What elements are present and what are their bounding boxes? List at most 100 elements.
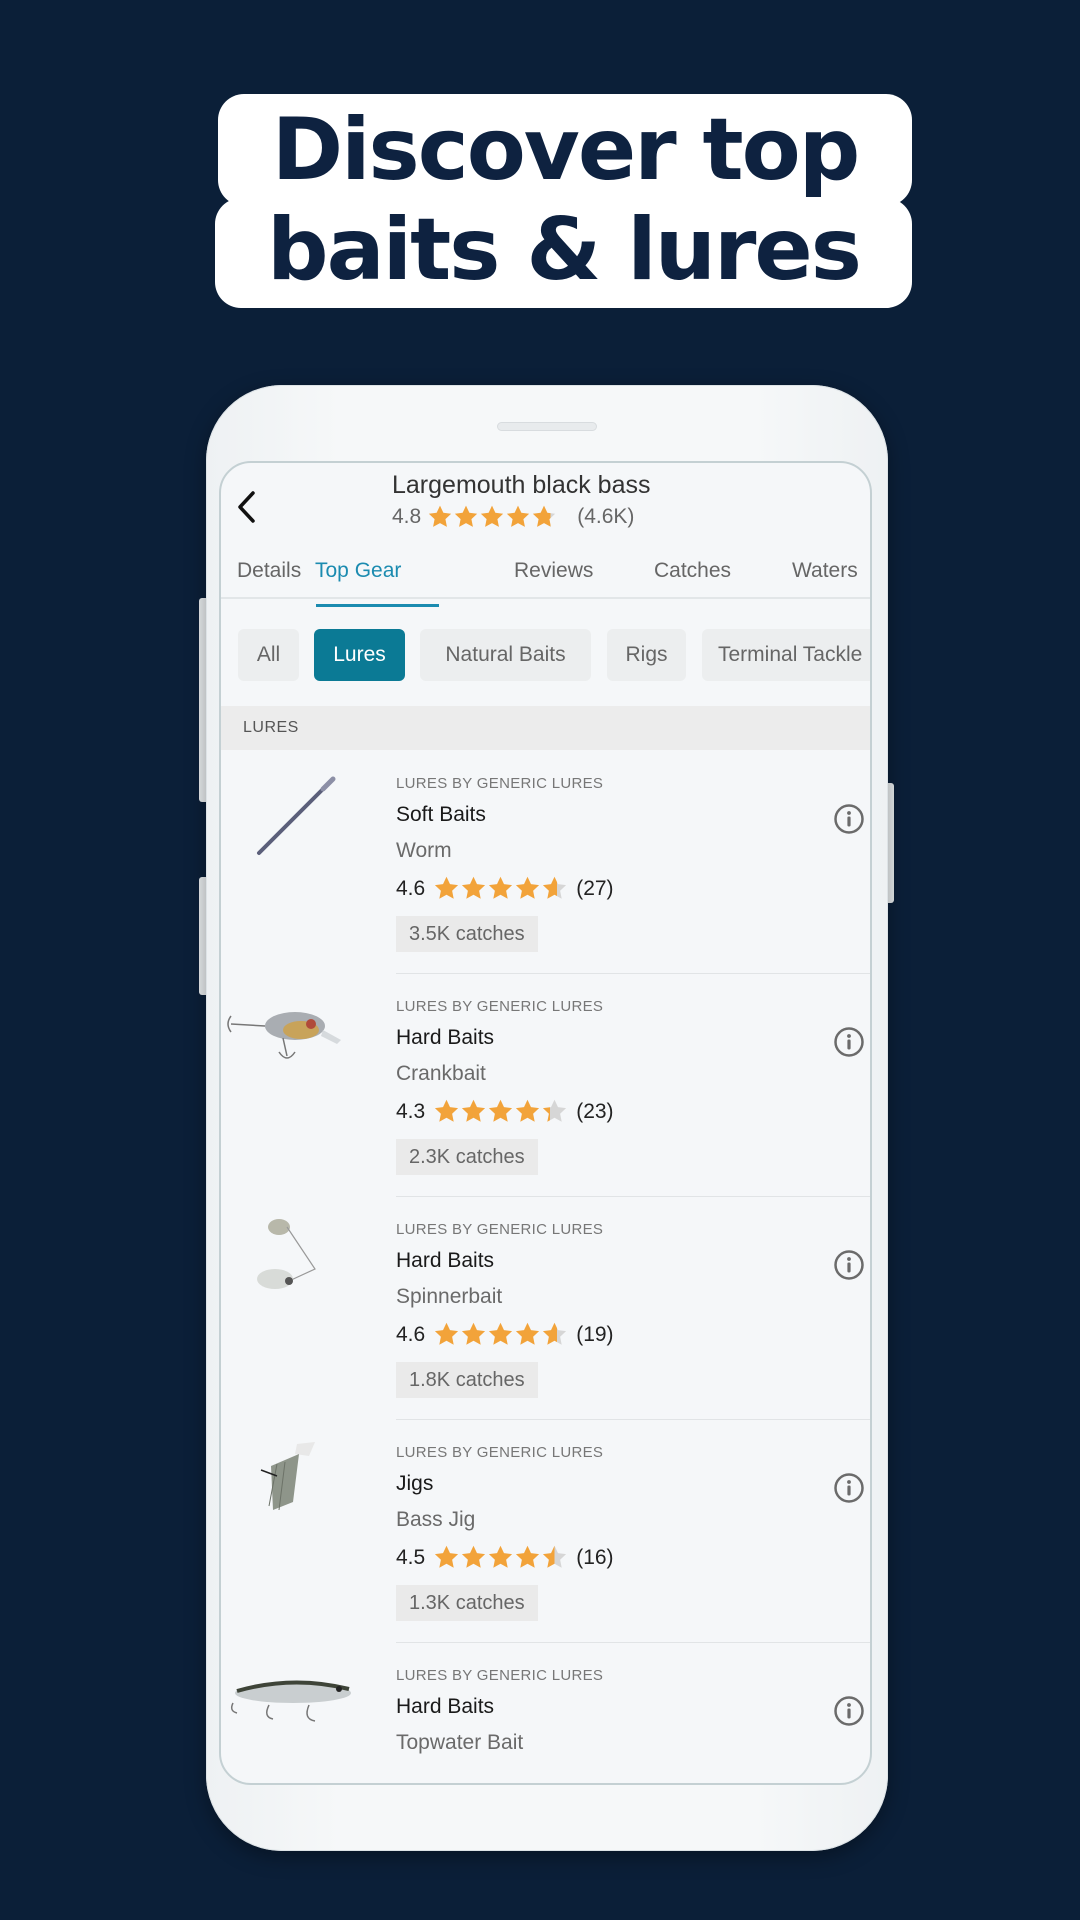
section-label: LURES bbox=[243, 719, 299, 736]
star-icon bbox=[481, 505, 504, 527]
star-icon bbox=[489, 876, 513, 899]
info-icon[interactable] bbox=[833, 1472, 865, 1504]
app-screen: Largemouth black bass 4.8 (4.6K) Details… bbox=[219, 461, 872, 1785]
list-item[interactable]: LURES BY GENERIC LURES Soft Baits Worm 4… bbox=[221, 751, 870, 974]
rating-stars bbox=[427, 504, 557, 530]
crankbait-lure-image bbox=[227, 1012, 341, 1059]
item-rating-value: 4.3 bbox=[396, 1099, 426, 1123]
spinnerbait-lure-image bbox=[257, 1219, 316, 1289]
star-icon bbox=[489, 1545, 513, 1568]
item-brand: LURES BY GENERIC LURES bbox=[396, 998, 604, 1015]
item-category: Hard Baits bbox=[396, 1695, 495, 1718]
worm-lure-image bbox=[257, 776, 336, 855]
info-icon[interactable] bbox=[833, 1026, 865, 1058]
item-catches-badge: 1.3K catches bbox=[396, 1585, 538, 1621]
star-icon bbox=[462, 1322, 486, 1345]
star-icon bbox=[435, 1099, 459, 1122]
item-rating-stars bbox=[433, 1544, 568, 1571]
item-rating: 4.6 (19) bbox=[396, 1321, 614, 1348]
item-rating-value: 4.6 bbox=[396, 876, 426, 900]
star-icon bbox=[455, 505, 478, 527]
item-catches-badge: 3.5K catches bbox=[396, 916, 538, 952]
filter-chip-natural-baits[interactable]: Natural Baits bbox=[420, 629, 591, 681]
tab-reviews[interactable]: Reviews bbox=[514, 559, 593, 583]
item-category: Soft Baits bbox=[396, 803, 486, 826]
star-icon bbox=[435, 1545, 459, 1568]
star-icon bbox=[533, 505, 556, 527]
tab-details[interactable]: Details bbox=[237, 559, 301, 583]
jig-lure-image bbox=[260, 1442, 315, 1511]
tab-waters[interactable]: Waters bbox=[792, 559, 858, 583]
species-title: Largemouth black bass bbox=[392, 471, 651, 499]
item-brand: LURES BY GENERIC LURES bbox=[396, 1221, 604, 1238]
star-icon bbox=[516, 1545, 540, 1568]
list-item[interactable]: LURES BY GENERIC LURES Hard Baits Topwat… bbox=[221, 1643, 870, 1783]
topwater-lure-image bbox=[230, 1680, 351, 1722]
item-brand: LURES BY GENERIC LURES bbox=[396, 775, 604, 792]
tab-top-gear[interactable]: Top Gear bbox=[315, 559, 401, 583]
star-icon bbox=[516, 1322, 540, 1345]
item-rating-stars bbox=[433, 1321, 568, 1348]
rating-count: (4.6K) bbox=[577, 505, 635, 528]
item-category: Hard Baits bbox=[396, 1026, 495, 1049]
filter-chip-all[interactable]: All bbox=[238, 629, 299, 681]
headline-line-1: Discover top bbox=[218, 94, 912, 206]
item-category: Jigs bbox=[396, 1472, 434, 1495]
star-icon bbox=[543, 876, 567, 899]
item-brand: LURES BY GENERIC LURES bbox=[396, 1667, 604, 1684]
filter-chip-rigs[interactable]: Rigs bbox=[607, 629, 686, 681]
list-item[interactable]: LURES BY GENERIC LURES Jigs Bass Jig 4.5… bbox=[221, 1420, 870, 1643]
item-rating-value: 4.5 bbox=[396, 1545, 426, 1569]
tab-catches[interactable]: Catches bbox=[654, 559, 731, 583]
back-button[interactable] bbox=[231, 489, 261, 525]
species-rating: 4.8 (4.6K) bbox=[392, 504, 634, 530]
item-catches-badge: 1.8K catches bbox=[396, 1362, 538, 1398]
star-icon bbox=[507, 505, 530, 527]
item-rating-count: (19) bbox=[576, 1322, 614, 1346]
section-header: LURES bbox=[221, 706, 870, 750]
star-icon bbox=[462, 876, 486, 899]
star-icon bbox=[543, 1545, 567, 1568]
item-type: Crankbait bbox=[396, 1062, 486, 1085]
item-rating-count: (16) bbox=[576, 1545, 614, 1569]
star-icon bbox=[462, 1545, 486, 1568]
info-icon[interactable] bbox=[833, 1695, 865, 1727]
item-rating-count: (27) bbox=[576, 876, 614, 900]
item-rating-count: (23) bbox=[576, 1099, 614, 1123]
item-rating: 4.5 (16) bbox=[396, 1544, 614, 1571]
filter-chip-lures[interactable]: Lures bbox=[314, 629, 405, 681]
rating-value: 4.8 bbox=[392, 505, 422, 528]
item-rating: 4.6 (27) bbox=[396, 875, 614, 902]
star-icon bbox=[435, 876, 459, 899]
item-rating-stars bbox=[433, 1098, 568, 1125]
star-icon bbox=[516, 1099, 540, 1122]
item-rating-stars bbox=[433, 875, 568, 902]
phone-speaker bbox=[497, 422, 597, 431]
item-type: Topwater Bait bbox=[396, 1731, 524, 1754]
item-type: Spinnerbait bbox=[396, 1285, 503, 1308]
star-icon bbox=[462, 1099, 486, 1122]
list-item[interactable]: LURES BY GENERIC LURES Hard Baits Crankb… bbox=[221, 974, 870, 1197]
lure-list: LURES BY GENERIC LURES Soft Baits Worm 4… bbox=[221, 751, 870, 1783]
star-icon bbox=[429, 505, 452, 527]
star-icon bbox=[489, 1099, 513, 1122]
star-icon bbox=[516, 876, 540, 899]
item-type: Worm bbox=[396, 839, 452, 862]
filter-chip-terminal-tackle[interactable]: Terminal Tackle bbox=[702, 629, 870, 681]
item-rating-value: 4.6 bbox=[396, 1322, 426, 1346]
item-rating: 4.3 (23) bbox=[396, 1098, 614, 1125]
item-catches-badge: 2.3K catches bbox=[396, 1139, 538, 1175]
info-icon[interactable] bbox=[833, 1249, 865, 1281]
tab-bar: Details Top Gear Reviews Catches Waters bbox=[221, 541, 870, 599]
item-type: Bass Jig bbox=[396, 1508, 476, 1531]
star-icon bbox=[489, 1322, 513, 1345]
item-brand: LURES BY GENERIC LURES bbox=[396, 1444, 604, 1461]
headline-line-2: baits & lures bbox=[215, 198, 912, 308]
item-category: Hard Baits bbox=[396, 1249, 495, 1272]
list-item[interactable]: LURES BY GENERIC LURES Hard Baits Spinne… bbox=[221, 1197, 870, 1420]
star-icon bbox=[543, 1099, 567, 1122]
star-icon bbox=[543, 1322, 567, 1345]
info-icon[interactable] bbox=[833, 803, 865, 835]
star-icon bbox=[435, 1322, 459, 1345]
active-tab-indicator bbox=[316, 604, 439, 607]
